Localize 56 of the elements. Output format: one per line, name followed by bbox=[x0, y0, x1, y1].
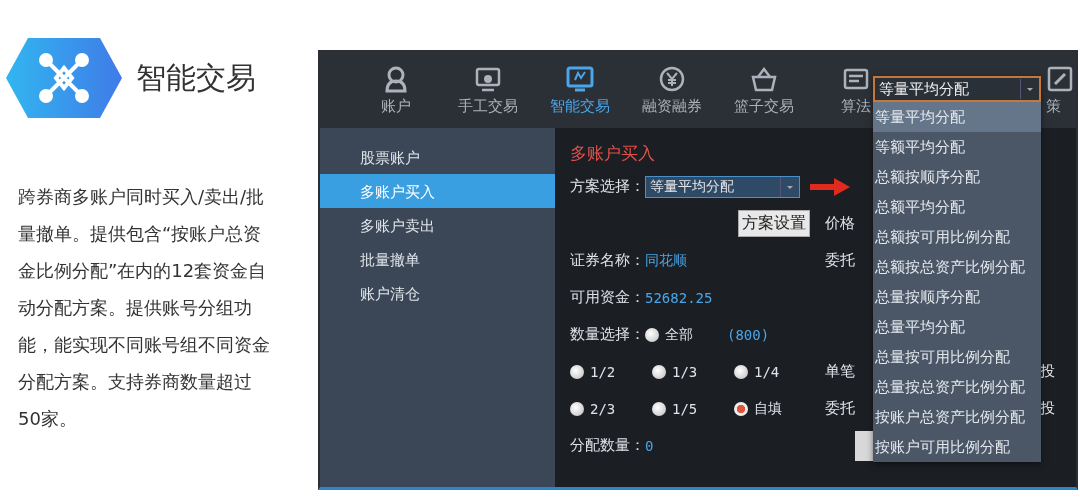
allocated-label: 分配数量： bbox=[570, 436, 645, 455]
dropdown-option[interactable]: 总额按总资产比例分配 bbox=[873, 252, 1041, 282]
radio-button[interactable]: 1/4 bbox=[734, 363, 816, 380]
yen-icon bbox=[658, 64, 686, 93]
order-label: 委托 bbox=[825, 251, 855, 269]
section-title: 智能交易 bbox=[136, 58, 256, 97]
quantity-count: (800) bbox=[727, 326, 770, 343]
sidebar-item[interactable]: 多账户卖出 bbox=[320, 208, 555, 242]
radio-button[interactable]: 1/2 bbox=[570, 363, 652, 380]
unit-label: 投 bbox=[1040, 399, 1055, 418]
toolbar-tab[interactable]: 手工交易 bbox=[442, 52, 534, 128]
toolbar-tab[interactable]: 策 bbox=[1046, 52, 1076, 128]
sidebar-item[interactable]: 账户清仓 bbox=[320, 276, 555, 310]
toolbar-tab[interactable]: 篮子交易 bbox=[718, 52, 810, 128]
scheme-dropdown[interactable]: 等量平均分配 bbox=[645, 175, 800, 198]
dropdown-option[interactable]: 总量平均分配 bbox=[873, 312, 1041, 342]
dropdown-option[interactable]: 总额平均分配 bbox=[873, 192, 1041, 222]
dropdown-option[interactable]: 总量按总资产比例分配 bbox=[873, 372, 1041, 402]
field-label: 证券名称： bbox=[570, 251, 645, 270]
toolbar-tab[interactable]: 账户 bbox=[350, 52, 442, 128]
description-text: 跨券商多账户同时买入/卖出/批量撤单。提供包含“按账户总资金比例分配”在内的12套资金自动分配方案。提供账号分组功能，能实现不同账号组不同资金分配方案。支持券商数量超过50家。 bbox=[18, 185, 271, 431]
dropdown-option[interactable]: 等量平均分配 bbox=[873, 102, 1041, 132]
radio-button[interactable]: 1/5 bbox=[652, 400, 734, 417]
toolbar-tab[interactable]: 融资融券 bbox=[626, 52, 718, 128]
field-value: 同花顺 bbox=[645, 251, 687, 270]
dropdown-option[interactable]: 按账户可用比例分配 bbox=[873, 432, 1041, 462]
field-value: 52682.25 bbox=[645, 289, 713, 306]
dropdown-option[interactable]: 等额平均分配 bbox=[873, 132, 1041, 162]
order-label: 委托 bbox=[825, 399, 855, 417]
dropdown-option[interactable]: 总量按顺序分配 bbox=[873, 282, 1041, 312]
hexagon-network-icon bbox=[6, 38, 122, 118]
allocation-dropdown[interactable]: 等量平均分配 bbox=[873, 76, 1041, 102]
dropdown-option[interactable]: 按账户总资产比例分配 bbox=[873, 402, 1041, 432]
radio-button[interactable]: 1/3 bbox=[652, 363, 734, 380]
edit-icon bbox=[1046, 64, 1074, 93]
single-order-label: 单笔 bbox=[825, 362, 855, 380]
allocated-value: 0 bbox=[645, 437, 654, 454]
scheme-settings-button[interactable]: 方案设置 bbox=[738, 210, 810, 237]
unit-label: 投 bbox=[1040, 362, 1055, 381]
chart-monitor-icon bbox=[566, 64, 594, 93]
field-label: 可用资金： bbox=[570, 288, 645, 307]
sidebar-item[interactable]: 股票账户 bbox=[320, 140, 555, 174]
dropdown-option[interactable]: 总额按可用比例分配 bbox=[873, 222, 1041, 252]
radio-button[interactable]: 全部 bbox=[645, 325, 727, 344]
radio-button[interactable]: 2/3 bbox=[570, 400, 652, 417]
radio-button[interactable]: 自填 bbox=[734, 399, 816, 418]
dropdown-option[interactable]: 总量按可用比例分配 bbox=[873, 342, 1041, 372]
action-button[interactable] bbox=[855, 430, 875, 461]
sidebar-item[interactable]: 批量撤单 bbox=[320, 242, 555, 276]
quantity-label: 数量选择： bbox=[570, 325, 645, 344]
price-label: 价格 bbox=[825, 214, 855, 232]
toolbar-tab[interactable]: 智能交易 bbox=[534, 52, 626, 128]
scheme-label: 方案选择： bbox=[570, 177, 645, 196]
dropdown-option[interactable]: 总额按顺序分配 bbox=[873, 162, 1041, 192]
arrow-icon bbox=[810, 176, 850, 197]
form-title: 多账户买入 bbox=[570, 142, 655, 165]
